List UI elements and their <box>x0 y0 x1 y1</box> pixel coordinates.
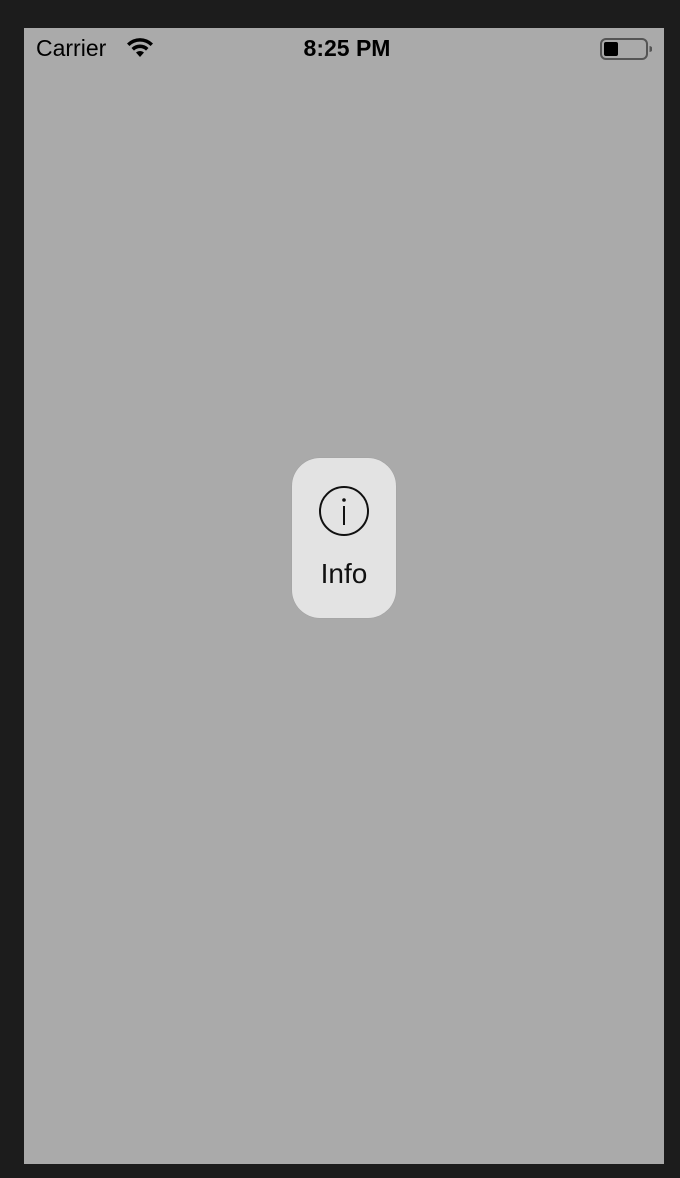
battery-icon <box>600 38 652 60</box>
status-time: 8:25 PM <box>303 35 391 61</box>
device-frame: Carrier 8:25 PM Info <box>0 0 680 1178</box>
status-bar: Carrier 8:25 PM <box>24 28 664 68</box>
info-action-button[interactable]: Info <box>292 458 396 618</box>
info-circle-icon <box>319 486 369 536</box>
info-action-label: Info <box>320 558 368 589</box>
screen: Carrier 8:25 PM Info <box>24 28 664 1164</box>
